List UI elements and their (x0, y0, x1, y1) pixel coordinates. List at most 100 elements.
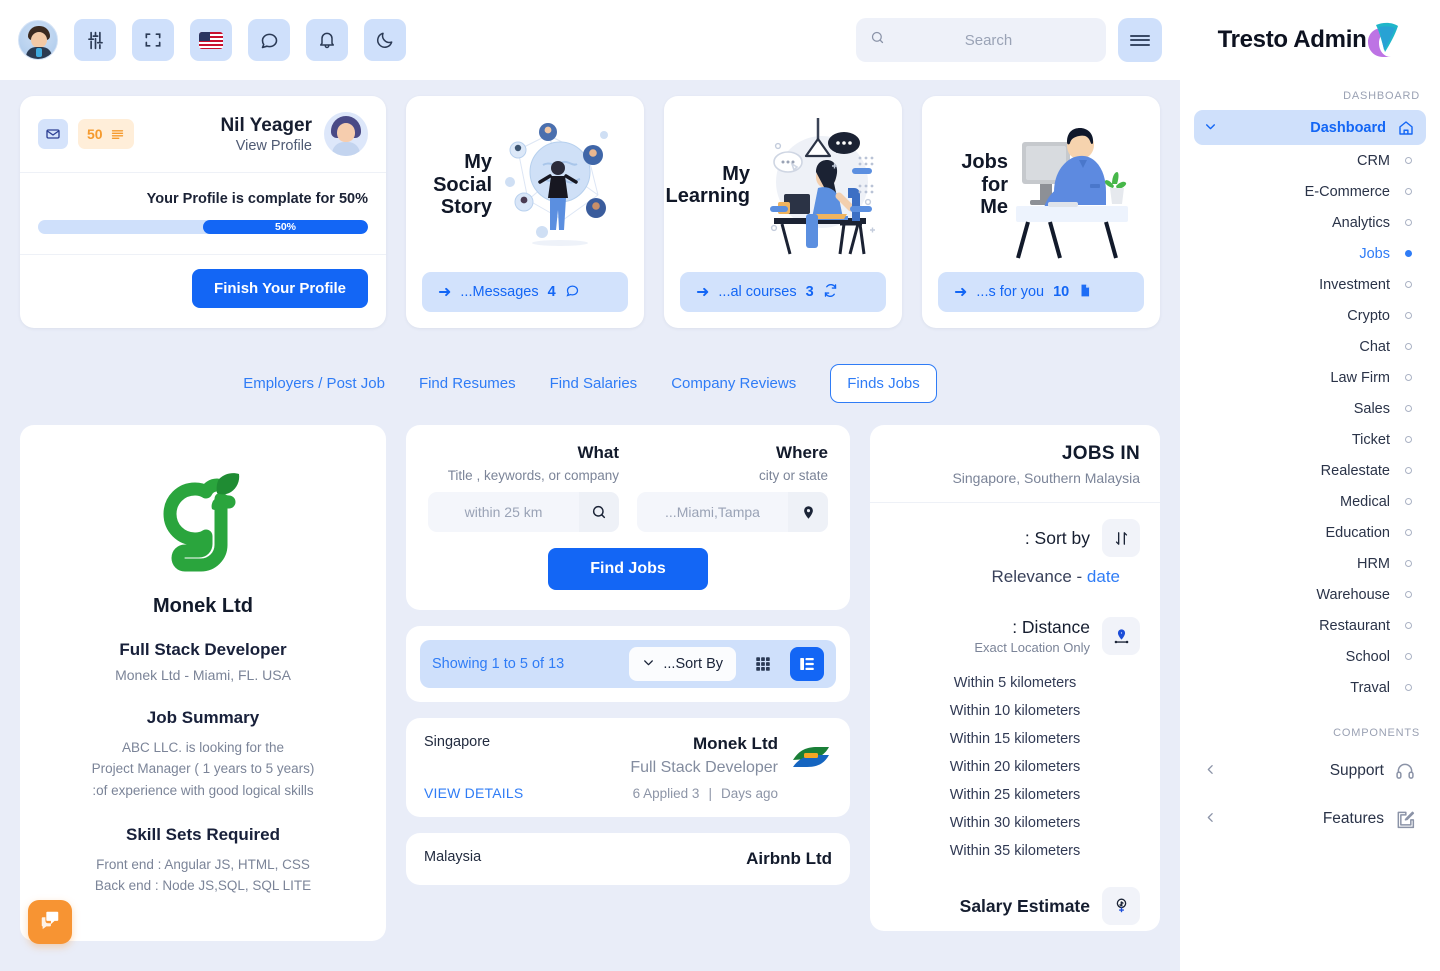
sidebar-item-analytics[interactable]: Analytics (1194, 207, 1426, 238)
sidebar-item-warehouse[interactable]: Warehouse (1194, 579, 1426, 610)
bullet-dot-icon (1400, 188, 1416, 195)
mail-icon[interactable] (38, 119, 68, 149)
job-list-item[interactable]: Airbnb Ltd Malaysia (406, 833, 850, 885)
sidebar-item-crm[interactable]: CRM (1194, 145, 1426, 176)
grid-view-icon[interactable] (746, 647, 780, 681)
bell-icon[interactable] (306, 19, 348, 61)
job-filters-card: JOBS IN Singapore, Southern Malaysia : S… (870, 425, 1160, 931)
job-item-applied: 6 Applied 3 (632, 786, 700, 801)
brand-logo[interactable]: Tresto Admin (1180, 0, 1440, 80)
job-list-item[interactable]: Monek Ltd Full Stack Developer Days ago … (406, 718, 850, 817)
sidebar-item-features[interactable]: Features (1194, 795, 1426, 843)
bullet-dot-icon (1400, 591, 1416, 598)
sidebar-item-jobs[interactable]: Jobs (1194, 238, 1426, 269)
distance-option[interactable]: Within 25 kilometers (890, 781, 1140, 809)
feature-card-jobs-for-me[interactable]: Jobs for Me ➜ ...s for you 10 (922, 96, 1160, 328)
language-flag-icon[interactable] (190, 19, 232, 61)
sort-by-dropdown[interactable]: ...Sort By (629, 647, 736, 681)
job-item-role: Full Stack Developer (630, 759, 778, 776)
what-input[interactable] (428, 492, 579, 532)
location-distance-icon[interactable] (1102, 617, 1140, 655)
bullet-dot-icon (1400, 467, 1416, 474)
desk-learning-illustration: My Learning (666, 110, 886, 260)
chat-fab[interactable] (28, 900, 72, 944)
jobs-middle-column: Where city or state ...Miami,Tampa What … (406, 425, 850, 885)
bullet-dot-icon (1400, 250, 1416, 257)
feature-card-learning[interactable]: My Learning ➜ ...al courses 3 (664, 96, 902, 328)
sidebar-item-law-firm[interactable]: Law Firm (1194, 362, 1426, 393)
filters-subtitle: Singapore, Southern Malaysia (952, 470, 1140, 486)
tab-company-reviews[interactable]: Company Reviews (671, 375, 796, 392)
sidebar-item-sales[interactable]: Sales (1194, 393, 1426, 424)
bullet-dot-icon (1400, 560, 1416, 567)
moon-icon[interactable] (364, 19, 406, 61)
job-detail-role: Full Stack Developer (119, 640, 287, 659)
tab-employers-post-job[interactable]: Employers / Post Job (243, 375, 385, 392)
filters-header: JOBS IN Singapore, Southern Malaysia (870, 425, 1160, 503)
distance-option[interactable]: Within 30 kilometers (890, 809, 1140, 837)
sidebar-item-support[interactable]: Support (1194, 747, 1426, 795)
sidebar-item-restaurant[interactable]: Restaurant (1194, 610, 1426, 641)
sidebar-item-label: Traval (1350, 679, 1390, 696)
finish-profile-button[interactable]: Finish Your Profile (192, 269, 368, 308)
chat-icon[interactable] (248, 19, 290, 61)
sidebar-item-traval[interactable]: Traval (1194, 672, 1426, 703)
distance-option[interactable]: Within 35 kilometers (890, 837, 1140, 865)
view-profile-link[interactable]: View Profile (220, 138, 312, 154)
distance-option[interactable]: Within 15 kilometers (890, 725, 1140, 753)
settings-sliders-icon[interactable] (74, 19, 116, 61)
tresto-logo-icon (1364, 20, 1402, 60)
feature-cta-label: ...al courses (718, 284, 797, 300)
menu-toggle-button[interactable] (1118, 18, 1162, 62)
sidebar-item-ticket[interactable]: Ticket (1194, 424, 1426, 455)
sidebar-item-medical[interactable]: Medical (1194, 486, 1426, 517)
job-summary-heading: Job Summary (146, 708, 260, 727)
notifications-count: 50 (87, 126, 103, 142)
salary-money-icon[interactable] (1102, 887, 1140, 925)
desk-learning-scene (770, 118, 875, 255)
notifications-count-badge[interactable]: 50 (78, 119, 134, 149)
feature-card-cta[interactable]: ➜ ...al courses 3 (680, 272, 886, 312)
user-avatar[interactable] (18, 20, 58, 60)
jobs-main-section: Monek Ltd Full Stack Developer Monek Ltd… (20, 425, 1160, 941)
fullscreen-icon[interactable] (132, 19, 174, 61)
tab-find-salaries[interactable]: Find Salaries (550, 375, 638, 392)
search-icon[interactable] (579, 492, 619, 532)
search-input[interactable] (885, 31, 1092, 49)
feature-card-cta[interactable]: ➜ ...s for you 10 (938, 272, 1144, 312)
search-box[interactable] (856, 18, 1106, 62)
sidebar-item-education[interactable]: Education (1194, 517, 1426, 548)
distance-option[interactable]: Within 10 kilometers (890, 697, 1140, 725)
job-item-posted: Days ago (720, 786, 778, 801)
job-detail-card: Monek Ltd Full Stack Developer Monek Ltd… (20, 425, 386, 941)
sidebar-item-hrm[interactable]: HRM (1194, 548, 1426, 579)
distance-option[interactable]: Within 20 kilometers (890, 753, 1140, 781)
job-item-company: Airbnb Ltd (746, 849, 832, 868)
filter-sort-active[interactable]: date (1087, 567, 1120, 586)
view-details-link[interactable]: VIEW DETAILS (424, 785, 532, 801)
feature-card-cta[interactable]: ➜ ...Messages 4 (422, 272, 628, 312)
tab-find-resumes[interactable]: Find Resumes (419, 375, 516, 392)
sidebar-item-dashboard[interactable]: Dashboard (1194, 110, 1426, 145)
find-jobs-button[interactable]: Find Jobs (548, 548, 708, 590)
sidebar-item-crypto[interactable]: Crypto (1194, 300, 1426, 331)
right-sidebar: Tresto Admin DASHBOARD Dashboard CRM E-C… (1180, 0, 1440, 971)
job-item-country: Singapore (424, 734, 491, 750)
distance-option[interactable]: Within 5 kilometers (890, 669, 1140, 697)
feature-card-title: Jobs for Me (961, 151, 1008, 219)
sidebar-item-realestate[interactable]: Realestate (1194, 455, 1426, 486)
sidebar-item-investment[interactable]: Investment (1194, 269, 1426, 300)
sidebar-item-school[interactable]: School (1194, 641, 1426, 672)
sidebar-item-chat[interactable]: Chat (1194, 331, 1426, 362)
tab-finds-jobs[interactable]: Finds Jobs (830, 364, 937, 403)
sidebar-item-e-commerce[interactable]: E-Commerce (1194, 176, 1426, 207)
refresh-icon (823, 283, 838, 302)
summary-card-row: 50 Nil Yeager View Profile Your Profile … (20, 96, 1160, 328)
sidebar-item-label: Warehouse (1316, 586, 1390, 603)
where-input[interactable] (637, 492, 788, 532)
map-pin-icon[interactable] (788, 492, 828, 532)
feature-card-social-story[interactable]: My Social Story ➜ ...Messages 4 (406, 96, 644, 328)
sort-arrows-icon[interactable] (1102, 519, 1140, 557)
filter-distance-sub: Exact Location Only (974, 640, 1090, 655)
list-view-icon[interactable] (790, 647, 824, 681)
